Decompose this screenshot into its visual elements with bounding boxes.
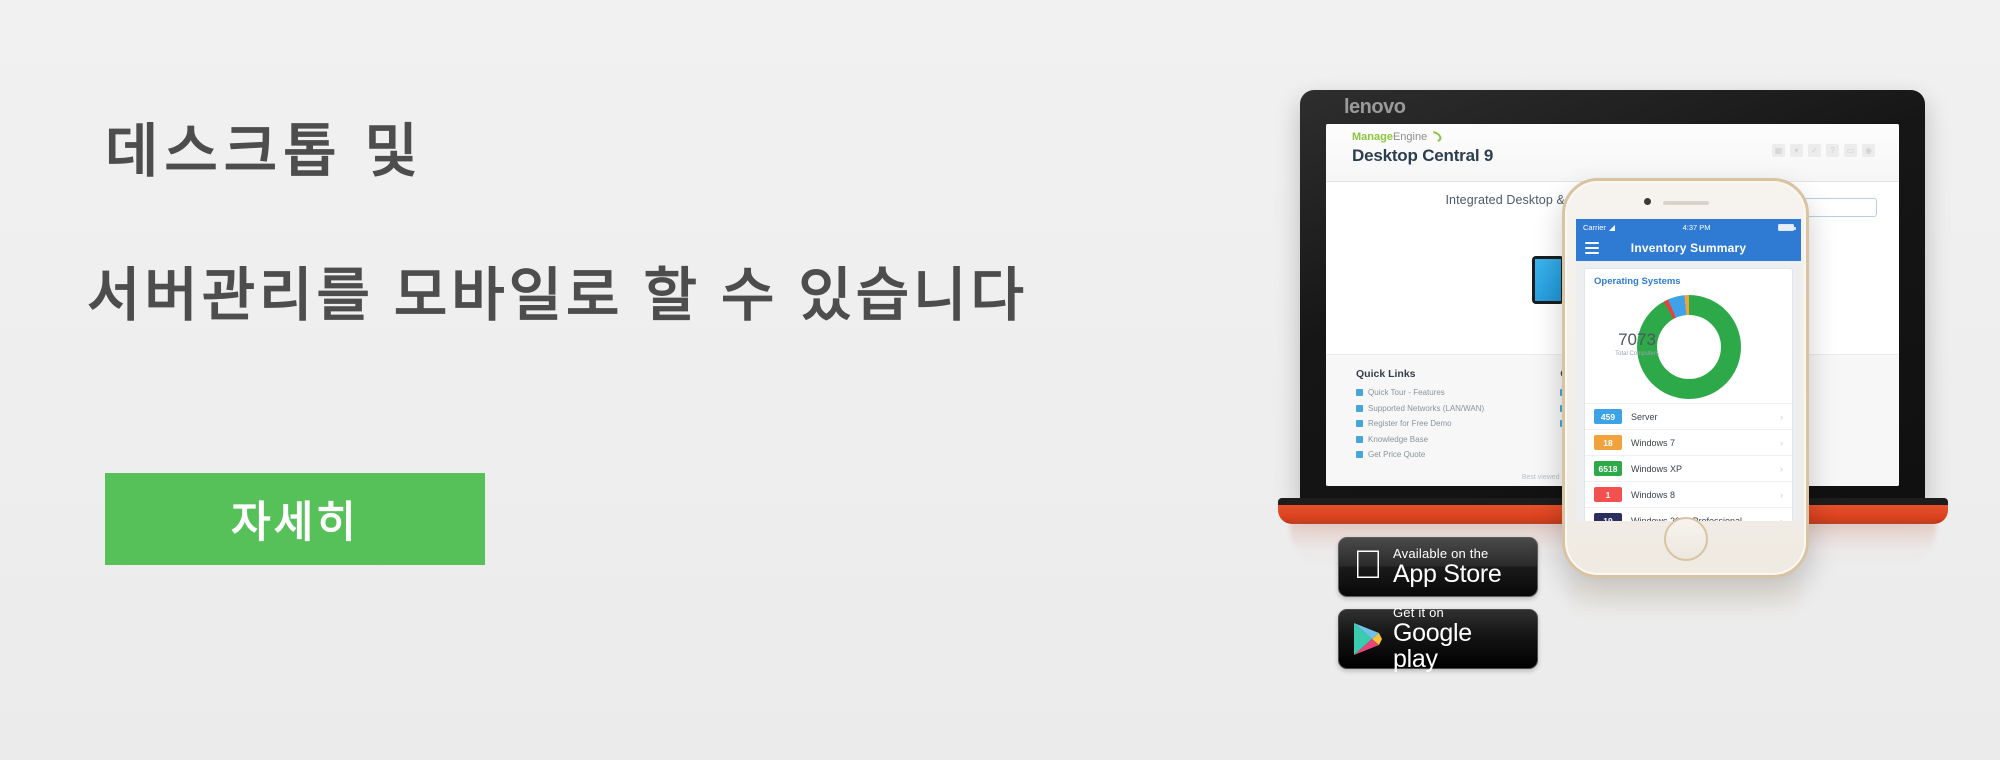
chevron-right-icon: › [1780,463,1783,474]
quick-link-label: Supported Networks (LAN/WAN) [1368,403,1485,413]
quick-link-label: Knowledge Base [1368,434,1429,444]
lenovo-logo: lenovo [1344,96,1406,118]
google-play-small-label: Get it on [1393,604,1444,620]
google-play-badge[interactable]: Get it on Google play [1338,604,1538,672]
app-store-badge[interactable]:  Available on the App Store [1338,537,1538,597]
front-camera-icon [1643,198,1651,205]
list-item[interactable]: 1 Windows 8 › [1585,481,1792,507]
battery-icon [1777,223,1796,231]
earpiece-speaker [1662,201,1709,205]
headline-line-2: 서버관리를 모바일로 할 수 있습니다 [87,262,1028,328]
count-badge: 1 [1594,487,1622,502]
carrier-label: Carrier [1583,222,1606,232]
home-button[interactable] [1663,517,1708,561]
app-store-big-label: App Store [1363,559,1502,588]
quick-link-item[interactable]: Register for Free Demo [1356,419,1484,428]
quick-link-item[interactable]: Knowledge Base [1356,435,1484,444]
operating-systems-title: Operating Systems [1594,276,1681,287]
google-play-big-label: Google play [1393,618,1472,673]
status-bar: Carrier ◢ 4:37 PM [1576,219,1801,235]
donut-center-label: 7073 Total Computers [1585,291,1689,395]
count-badge: 19 [1594,513,1622,521]
product-visual: lenovo ManageEngine Desktop Central 9 ▦ … [1240,0,2000,760]
quick-links-column: Quick Links Quick Tour - Features Suppor… [1356,368,1484,486]
os-label: Windows XP [1631,463,1683,474]
phone-reflection [1570,580,1800,634]
header-icon-group: ▦ ▾ ✓ ? ▭ ◉ [1772,144,1875,157]
list-item[interactable]: 6518 Windows XP › [1585,455,1792,481]
total-computers-caption: Total Computers [1615,350,1659,357]
page-title: Inventory Summary [1630,241,1747,255]
book-icon [1356,435,1363,443]
count-badge: 18 [1594,435,1622,450]
brand-engine: Engine [1392,131,1428,143]
chevron-right-icon: › [1780,437,1783,448]
network-icon [1356,404,1363,412]
clock-label: 4:37 PM [1682,222,1711,232]
os-label: Windows 2000 Professional [1631,515,1743,522]
count-badge: 459 [1594,409,1622,424]
chevron-right-icon: › [1780,515,1783,522]
brand-manage: Manage [1352,131,1393,143]
list-item[interactable]: 459 Server › [1585,403,1792,429]
chevron-right-icon: › [1780,411,1783,422]
list-item[interactable]: 18 Windows 7 › [1585,429,1792,455]
link-icon [1356,389,1363,396]
manageengine-logo: ManageEngine Desktop Central 9 [1352,129,1494,166]
chat-icon[interactable]: ▭ [1844,144,1857,157]
phone-screen: Carrier ◢ 4:37 PM Inventory Summary Oper… [1576,219,1801,521]
learn-more-button[interactable]: 자세히 [105,473,485,565]
quick-link-label: Quick Tour - Features [1368,388,1445,397]
download-icon[interactable]: ▾ [1790,144,1803,157]
count-badge: 6518 [1594,461,1622,476]
phone-device: Carrier ◢ 4:37 PM Inventory Summary Oper… [1562,178,1809,578]
google-play-icon [1354,623,1382,655]
os-label: Server [1631,411,1658,422]
hamburger-icon[interactable] [1585,242,1599,254]
product-title: Desktop Central 9 [1352,146,1494,165]
swoosh-icon [1427,129,1444,144]
app-store-small-label: Available on the [1363,546,1488,562]
operating-systems-card: Operating Systems 7073 Total Computers 4… [1584,268,1793,521]
wifi-icon: ◢ [1608,222,1616,232]
quick-link-label: Register for Free Demo [1368,419,1452,428]
promo-text-block: 데스크톱 및 서버관리를 모바일로 할 수 있습니다 [87,119,1105,328]
tablet-icon [1532,256,1564,304]
headline-line-1: 데스크톱 및 [105,119,424,184]
quick-link-item[interactable]: Quick Tour - Features [1356,388,1484,397]
pencil-icon [1356,420,1363,427]
quick-links-title: Quick Links [1356,368,1416,380]
donut-slice-label-server: 459 [1767,303,1780,312]
os-label: Windows 7 [1631,437,1676,448]
help-icon[interactable]: ? [1826,144,1839,157]
nav-bar: Inventory Summary [1576,235,1801,261]
chevron-right-icon: › [1780,489,1783,500]
donut-slice-label-winxp: 6518 [1680,390,1697,399]
quick-link-item[interactable]: Get Price Quote [1356,450,1484,459]
price-icon [1356,451,1363,458]
desktop-app-header: ManageEngine Desktop Central 9 ▦ ▾ ✓ ? ▭… [1326,124,1899,182]
os-donut-chart: 7073 Total Computers 459 6518 [1585,291,1792,403]
total-computers-value: 7073 [1618,329,1656,349]
user-icon[interactable]: ◉ [1862,144,1875,157]
os-label: Windows 8 [1631,489,1676,500]
quick-link-item[interactable]: Supported Networks (LAN/WAN) [1356,404,1484,413]
phone-content: Operating Systems 7073 Total Computers 4… [1576,261,1801,521]
check-icon[interactable]: ✓ [1808,144,1821,157]
store-badge-group:  Available on the App Store Get it on G… [1338,537,1538,681]
grid-icon[interactable]: ▦ [1772,144,1785,157]
quick-link-label: Get Price Quote [1368,450,1426,459]
apple-icon:  [1353,545,1383,585]
hero-banner: 데스크톱 및 서버관리를 모바일로 할 수 있습니다 자세히 lenovo Ma… [0,0,2000,760]
